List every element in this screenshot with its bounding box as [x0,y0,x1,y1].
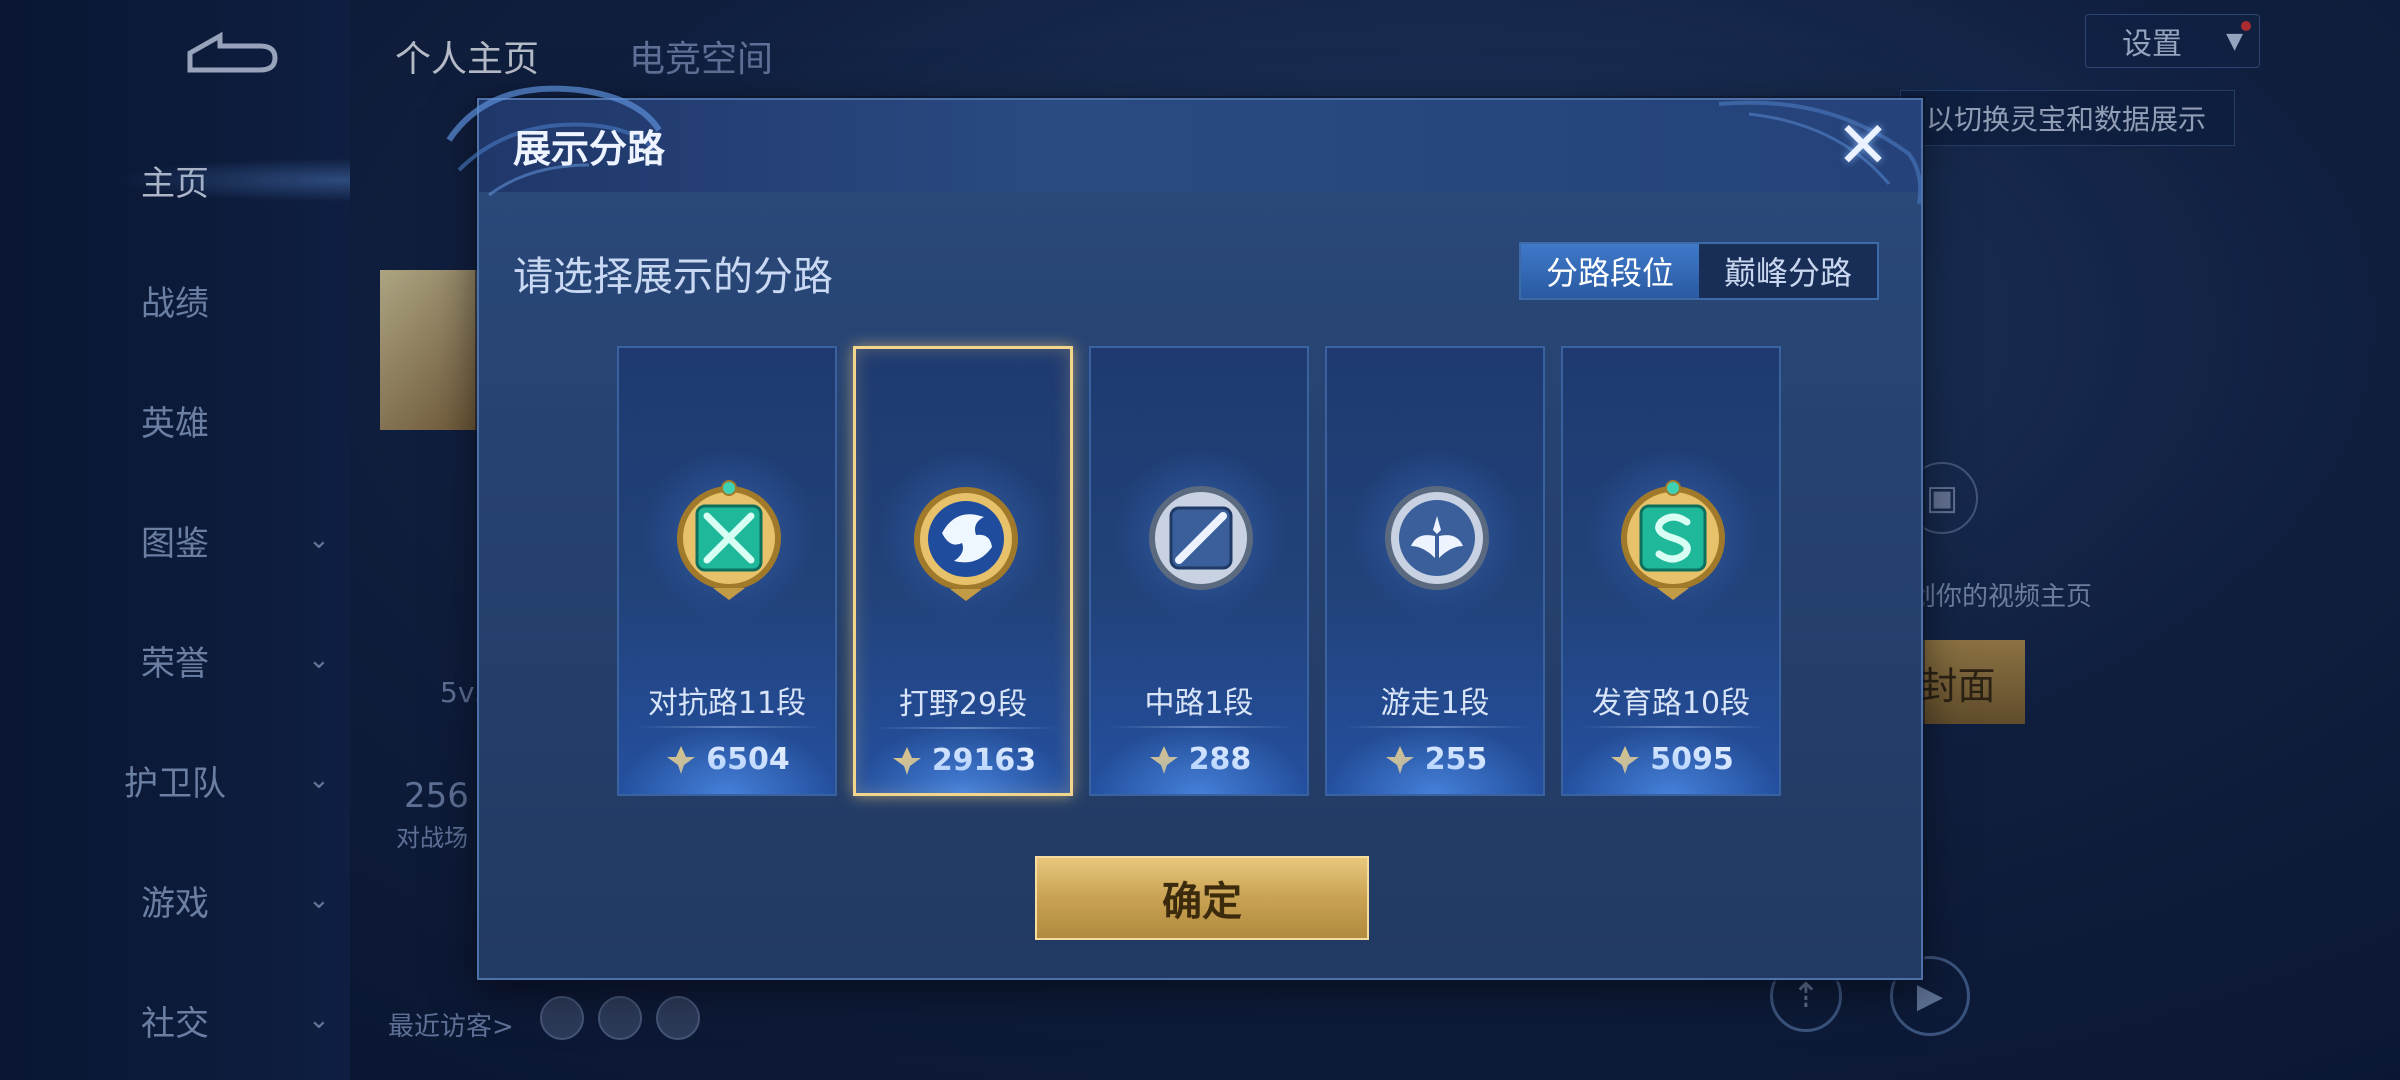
card-glow [1563,724,1779,794]
card-glow [619,724,835,794]
lane-card-roam[interactable]: 游走1段 255 [1325,346,1545,796]
tab-peak-lane[interactable]: 巅峰分路 [1699,244,1877,298]
bottom-lane-badge-icon [1621,480,1725,600]
lane-name: 游走1段 [1380,686,1490,721]
lane-card-mid[interactable]: 中路1段 288 [1089,346,1309,796]
tab-lane-rank[interactable]: 分路段位 [1521,244,1699,298]
top-lane-badge-icon [677,480,781,600]
mid-lane-badge-icon [1149,486,1253,590]
card-glow [856,723,1070,793]
lane-display-dialog: 展示分路 ✕ 请选择展示的分路 分路段位 巅峰分路 对抗路11段 6504 [446,85,1923,980]
dialog-header [479,100,1921,192]
lane-name: 中路1段 [1144,686,1254,721]
dialog-subtitle: 请选择展示的分路 [513,254,833,300]
confirm-button[interactable]: 确定 [1035,856,1369,940]
card-glow [1091,724,1307,794]
lane-name: 对抗路11段 [647,686,807,721]
card-glow [1327,724,1543,794]
roam-badge-icon [1385,486,1489,590]
lane-mode-toggle: 分路段位 巅峰分路 [1519,242,1879,300]
jungle-badge-icon [914,487,1018,601]
lane-name: 打野29段 [898,687,1028,722]
lane-card-jungle[interactable]: 打野29段 29163 [853,346,1073,796]
lane-name: 发育路10段 [1591,686,1751,721]
close-icon[interactable]: ✕ [1833,114,1893,178]
lane-card-top[interactable]: 对抗路11段 6504 [617,346,837,796]
lane-card-bottom[interactable]: 发育路10段 5095 [1561,346,1781,796]
dialog-title: 展示分路 [513,127,666,171]
confirm-label: 确定 [1162,879,1242,925]
